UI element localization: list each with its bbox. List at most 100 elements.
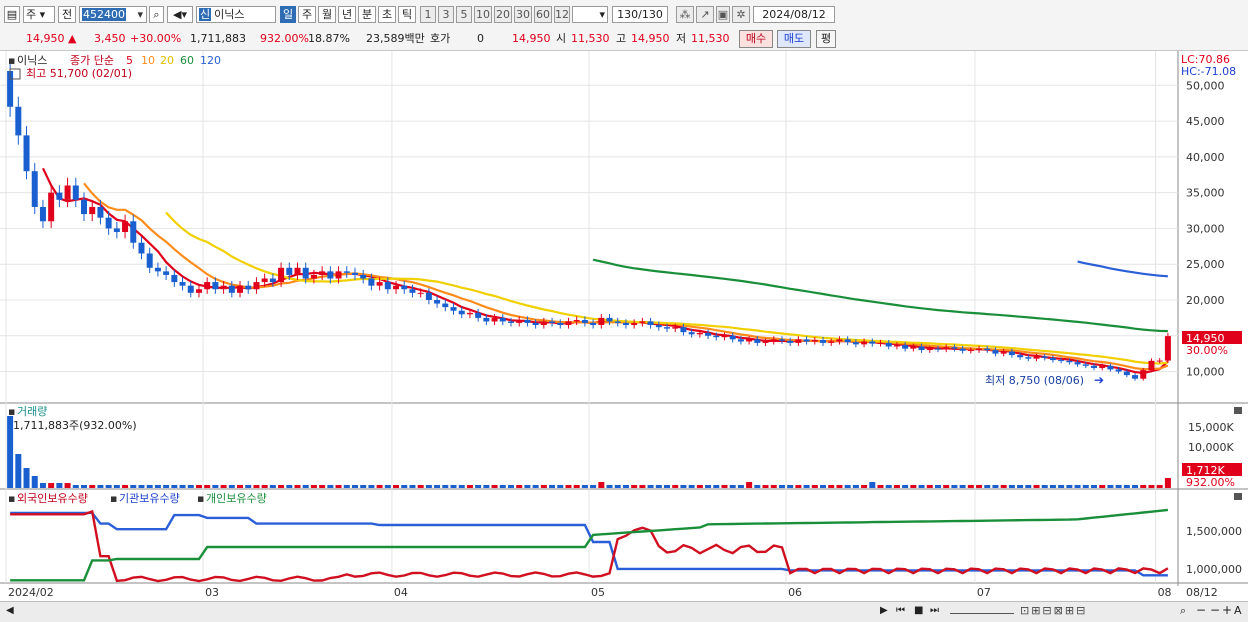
chart-area[interactable]: 10,00015,00020,00025,00030,00035,00040,0… [0,51,1248,601]
volume-bar [425,485,432,488]
candle [1140,370,1147,379]
prev-button[interactable]: 전 [58,6,76,23]
volume-bar [187,485,194,488]
volume-bar [622,485,629,488]
candle [549,321,556,323]
sell-button[interactable]: 매도 [777,30,811,48]
volume-bar [278,485,285,488]
x-tick-label: 08/12 [1186,586,1218,599]
y-tick-label: 30,000 [1186,222,1225,235]
scroll-right-icon[interactable]: ▶ [880,605,888,616]
volume-bar [943,485,950,488]
candle [327,271,334,279]
volume-rate-tag: 932.00% [1186,476,1235,489]
period-day[interactable]: 일 [280,6,296,23]
interval-10[interactable]: 10 [474,6,492,23]
interval-select[interactable]: ▾ [572,6,608,23]
volume-bar [680,485,687,488]
candle [245,285,252,290]
last-icon[interactable]: ⏭ [930,605,939,616]
period-year[interactable]: 년 [338,6,356,23]
auto-scale-icon[interactable]: A [1234,604,1242,617]
toolbar: ▤ 주 ▾ 전 452400 ▾ ⌕ ◀▾ 신 이닉스 일 주 월 년 분 초 틱 … [0,0,1248,29]
interval-20[interactable]: 20 [494,6,512,23]
stop-icon[interactable]: ■ [914,605,923,616]
volume-bar [97,485,104,488]
candle [762,341,769,343]
scroll-bar[interactable]: ◀ ▶ ⏮ ■ ⏭ ⊡⊞⊟⊠⊞⊟ ⌕ − − + A [0,601,1248,622]
period-week[interactable]: 주 [298,6,316,23]
first-icon[interactable]: ⏮ [896,605,905,616]
price-chart-svg[interactable]: 10,00015,00020,00025,00030,00035,00040,0… [0,51,1248,601]
zoom-icon[interactable]: ⌕ [1180,604,1186,618]
quote-label: 호가 [430,32,451,45]
search-icon[interactable]: ⌕ [149,6,164,23]
candle [171,274,178,283]
speaker-icon[interactable]: ◀▾ [167,6,193,23]
draw-icon[interactable]: ↗ [696,6,714,23]
zoom-slider[interactable] [950,607,1014,614]
period-minute[interactable]: 분 [358,6,376,23]
prev-label: 전 [61,8,73,21]
type-select[interactable]: 주 ▾ [23,6,55,23]
candle [590,322,597,326]
period-second[interactable]: 초 [378,6,396,23]
interval-60[interactable]: 60 [534,6,552,23]
candle [48,192,55,222]
low-arrow-icon: ➔ [1094,373,1104,387]
candle [828,341,835,343]
volume-bar [754,485,761,488]
interval-1[interactable]: 1 [420,6,436,23]
price-rate: +30.00% [130,32,182,45]
volume-bar [672,485,679,488]
y-tick-label: 40,000 [1186,151,1225,164]
volume-bar [820,485,827,488]
volume-bar [204,485,211,488]
interval-3[interactable]: 3 [438,6,454,23]
zoom-out-icon[interactable]: − [1196,603,1206,617]
candle [220,285,227,290]
volume-panel-close-icon[interactable] [1234,407,1242,414]
period-tick[interactable]: 틱 [398,6,416,23]
candle [778,339,785,341]
candle [286,267,293,275]
date-input[interactable]: 2024/08/12 [753,6,835,23]
buy-button[interactable]: 매수 [739,30,773,48]
gear-icon[interactable]: ✲ [732,6,750,23]
interval-30[interactable]: 30 [514,6,532,23]
volume-bar [540,485,547,488]
chart-menu-icon[interactable]: ▤ [4,6,20,23]
plus-icon[interactable]: + [1222,603,1232,617]
candle [902,345,909,349]
open-price: 11,530 [571,32,610,45]
interval-5[interactable]: 5 [456,6,472,23]
candle [343,271,350,273]
y-tick-label: 20,000 [1186,294,1225,307]
volume-bar [360,485,367,488]
volume-bar [967,485,974,488]
volume-bar [319,485,326,488]
candle [458,310,465,315]
holdings-panel-close-icon[interactable] [1234,493,1242,500]
count-input[interactable]: 130/130 [612,6,668,23]
scroll-left-icon[interactable]: ◀ [6,605,14,616]
code-input[interactable]: 452400 ▾ [79,6,147,23]
period-month[interactable]: 월 [318,6,336,23]
volume-tick-10000k: 10,000K [1188,441,1234,454]
candle [622,322,629,326]
average-button[interactable]: 평 [816,30,836,48]
minus-icon[interactable]: − [1210,603,1220,617]
volume-bar [220,485,227,488]
link-icon[interactable]: ⁂ [676,6,694,23]
volume-bar [614,485,621,488]
interval-120[interactable]: 120 [554,6,570,23]
volume-bar [1000,485,1007,488]
draw-tools-icon[interactable]: ⊡⊞⊟⊠⊞⊟ [1020,604,1087,617]
volume-bar [113,485,120,488]
volume-bar [401,485,408,488]
volume-bar [368,485,375,488]
stock-name-field[interactable]: 신 이닉스 [196,6,276,23]
volume-bar [507,485,514,488]
save-icon[interactable]: ▣ [716,6,730,23]
volume-bar [56,483,63,488]
